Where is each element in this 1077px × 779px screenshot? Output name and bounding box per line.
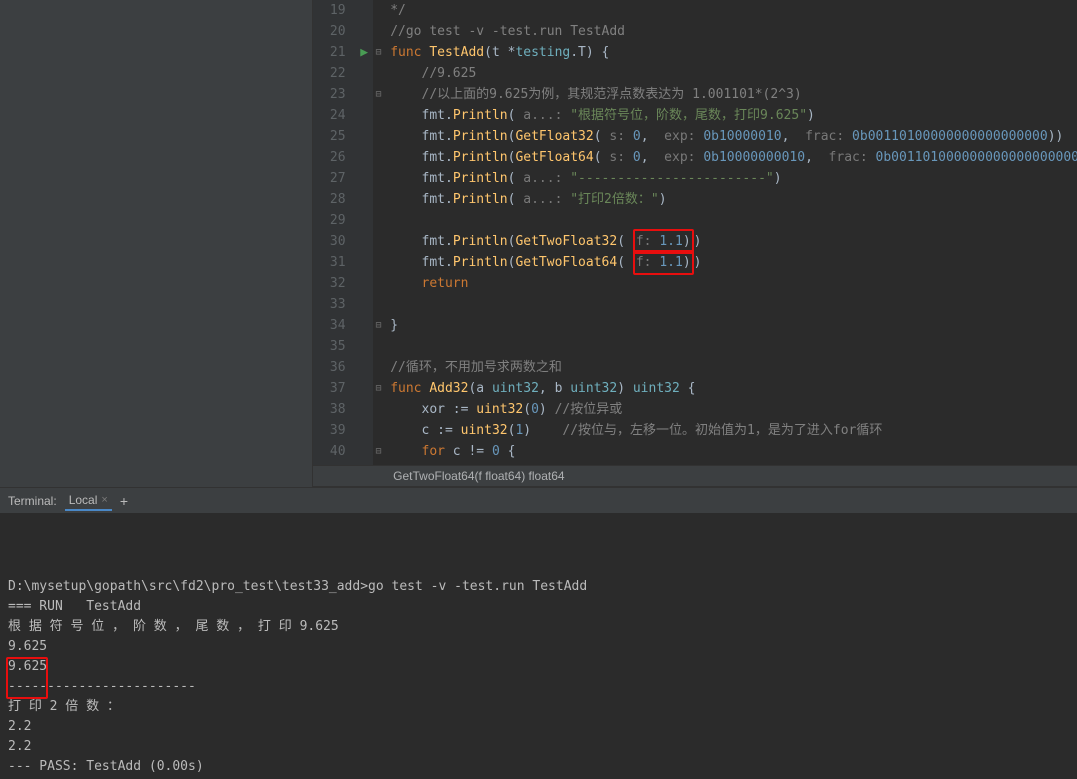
add-terminal-button[interactable]: + — [120, 493, 128, 509]
terminal-tabs: Terminal: Local × + — [0, 487, 1077, 513]
gutter-line-numbers: 1920212223242526272829303132333435363738… — [313, 0, 355, 465]
gutter-run-icons[interactable]: ▶ — [356, 0, 373, 465]
breadcrumb[interactable]: GetTwoFloat64(f float64) float64 — [313, 465, 1077, 487]
breadcrumb-text: GetTwoFloat64(f float64) float64 — [393, 469, 564, 483]
terminal-highlight-box — [6, 657, 48, 699]
code-editor[interactable]: 1920212223242526272829303132333435363738… — [313, 0, 1077, 465]
terminal-label: Terminal: — [8, 494, 57, 508]
gutter-fold-icons[interactable]: ⊟⊟⊟⊟⊟ — [373, 0, 384, 465]
project-tool-pane[interactable] — [0, 0, 313, 487]
editor-row: 1920212223242526272829303132333435363738… — [0, 0, 1077, 487]
terminal-tab-local[interactable]: Local × — [65, 491, 112, 511]
terminal-tab-label: Local — [69, 493, 98, 507]
terminal-output[interactable]: D:\mysetup\gopath\src\fd2\pro_test\test3… — [0, 513, 1077, 779]
close-icon[interactable]: × — [101, 494, 107, 506]
app-root: 1920212223242526272829303132333435363738… — [0, 0, 1077, 779]
editor-pane: 1920212223242526272829303132333435363738… — [313, 0, 1077, 487]
code-text[interactable]: *///go test -v -test.run TestAddfunc Tes… — [384, 0, 1077, 465]
